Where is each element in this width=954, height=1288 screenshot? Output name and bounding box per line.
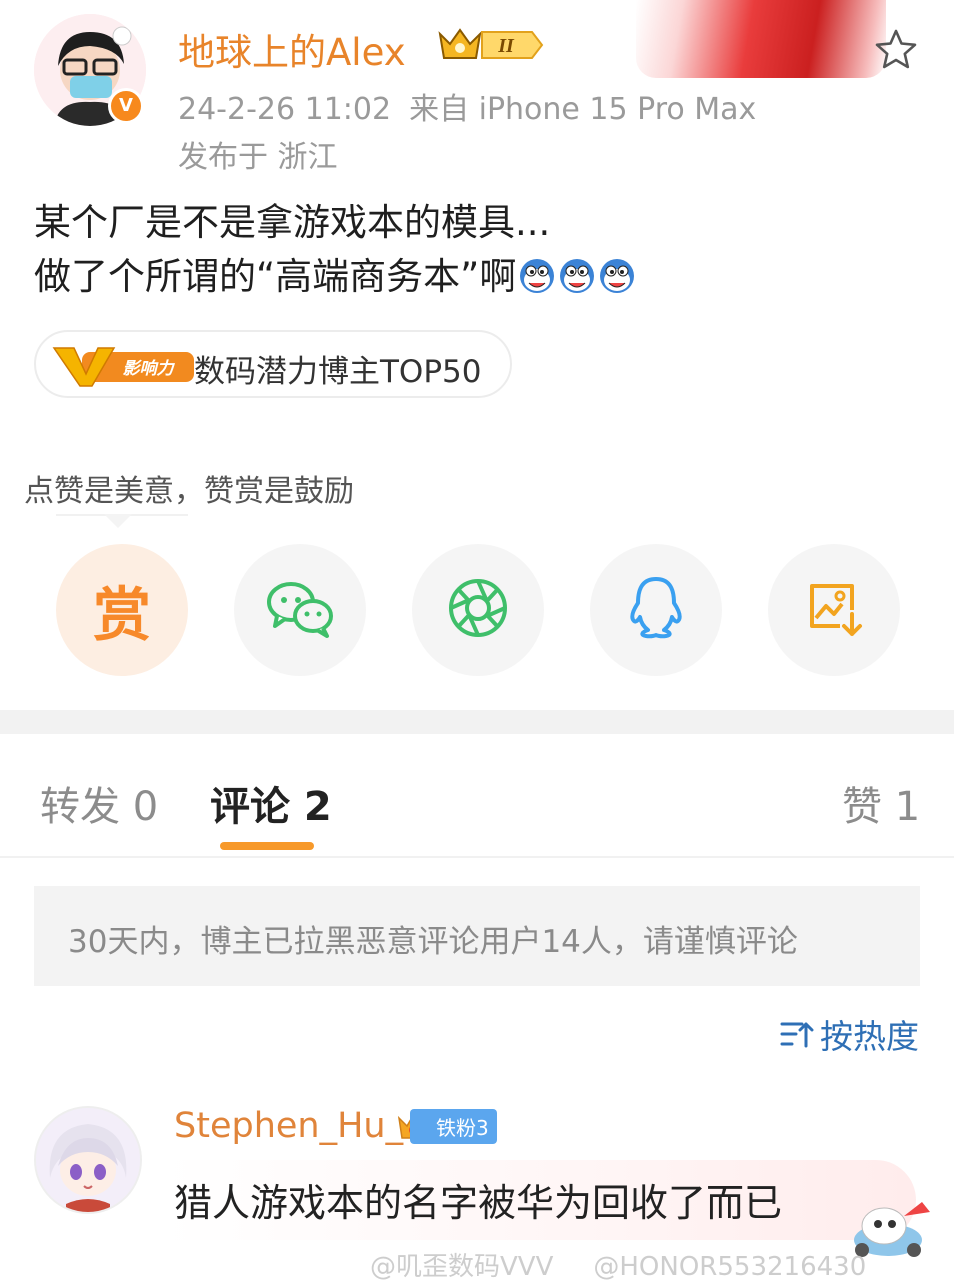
sort-icon [780,1022,814,1048]
share-wechat-button[interactable] [234,544,366,676]
author-username[interactable]: 地球上的Alex [178,22,406,76]
svg-text:II: II [497,35,515,57]
commenter-avatar[interactable] [34,1106,142,1214]
share-moments-button[interactable] [412,544,544,676]
influence-tag-label: 数码潜力博主TOP50 [194,354,482,390]
fan-badge-label: 铁粉3 [410,1108,497,1144]
active-tab-indicator [220,842,314,850]
section-divider [0,710,954,734]
influence-tag[interactable]: 影响力 数码潜力博主TOP50 [34,330,512,398]
festive-banner-decoration [636,0,886,78]
doge-emoji-icon [558,256,596,294]
reward-button[interactable]: 赏 [56,544,188,676]
save-image-icon [804,578,864,642]
commenter-username[interactable]: Stephen_Hu_ [174,1106,403,1146]
post-source: 来自 iPhone 15 Pro Max [409,92,757,127]
post-text-line-2-text: 做了个所谓的“高端商务本”啊 [34,255,517,298]
svg-text:影响力: 影响力 [123,359,176,379]
comment-notice-text: 30天内，博主已拉黑恶意评论用户14人，请谨慎评论 [68,924,798,960]
post-date: 24-2-26 11:02 [178,92,392,127]
reward-tip-text: 点赞是美意，赞赏是鼓励 [24,474,354,509]
post-text-line-1: 某个厂是不是拿游戏本的模具... [34,201,551,244]
doge-emoji-icon [518,256,556,294]
qq-icon [626,575,686,645]
tab-comments[interactable]: 评论 2 [210,774,332,832]
tab-reposts[interactable]: 转发 0 [40,774,158,832]
reward-label: 赏 [92,581,151,649]
comment-text: 猎人游戏本的名字被华为回收了而已 [174,1181,783,1225]
favorite-star-icon[interactable] [872,26,920,74]
sort-label: 按热度 [820,1017,919,1056]
post-content: 某个厂是不是拿游戏本的模具... 做了个所谓的“高端商务本”啊 [34,196,636,304]
watermark: @叽歪数码VVV @HONOR553216430 [370,1246,906,1283]
watermark-1: @叽歪数码VVV [370,1252,554,1282]
post-location: 发布于 浙江 [178,140,338,175]
post-text-line-2: 做了个所谓的“高端商务本”啊 [34,250,636,304]
post-meta: 24-2-26 11:02 来自 iPhone 15 Pro Max [178,84,774,128]
tabs-divider [0,856,954,858]
sort-by-hot-button[interactable]: 按热度 [780,1010,919,1058]
doge-emoji-icon [598,256,636,294]
influence-badge-icon: 影响力 [52,344,198,388]
share-qq-button[interactable] [590,544,722,676]
fan-level-badge[interactable]: 铁粉3 [396,1108,497,1144]
save-image-button[interactable] [768,544,900,676]
crown-level-badge[interactable]: II [436,24,546,66]
watermark-2: @HONOR553216430 [593,1252,867,1282]
comment-notice: 30天内，博主已拉黑恶意评论用户14人，请谨慎评论 [34,886,920,986]
verified-badge: V [108,88,144,124]
moments-icon [446,576,510,644]
tab-likes[interactable]: 赞 1 [842,774,920,832]
tooltip-arrow [104,514,132,528]
wechat-icon [265,578,335,642]
